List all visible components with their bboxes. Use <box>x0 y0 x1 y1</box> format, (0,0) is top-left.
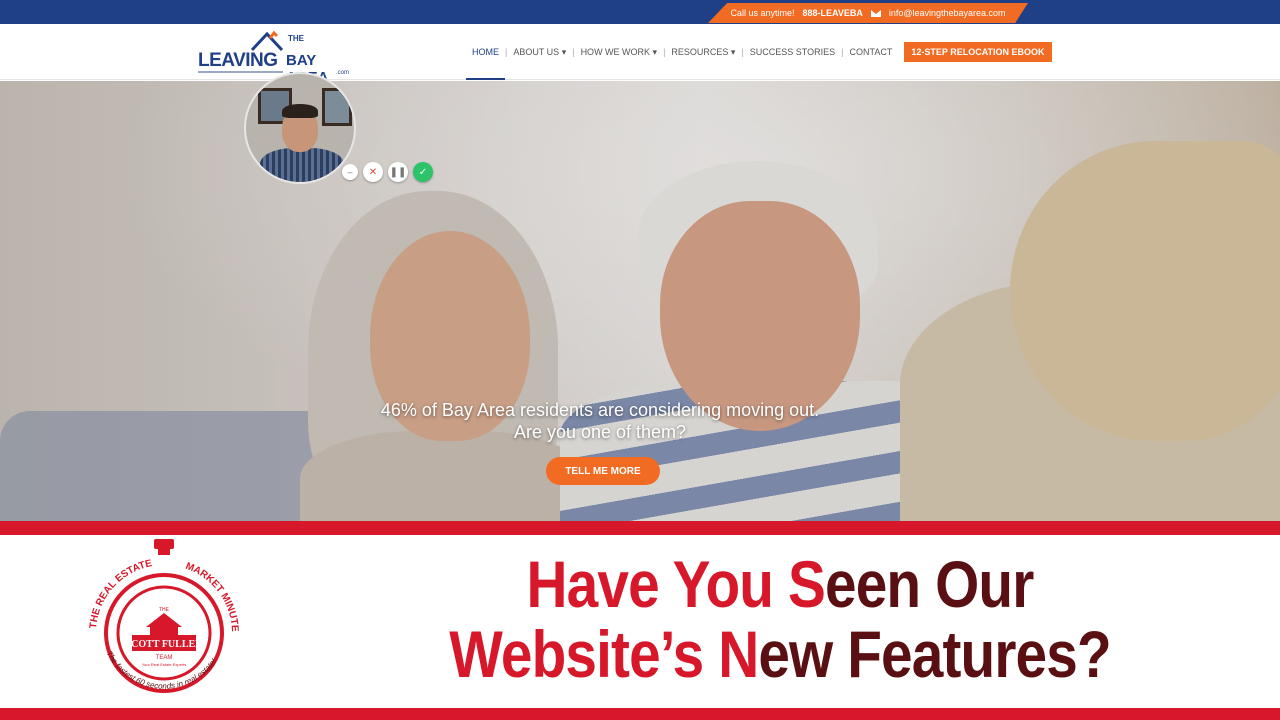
nav-contact[interactable]: CONTACT <box>844 47 899 57</box>
ebook-button[interactable]: 12-STEP RELOCATION EBOOK <box>904 42 1052 62</box>
webcam-bubble[interactable] <box>244 72 356 184</box>
site-header: LEAVING THE BAY AREA .com HOME | ABOUT U… <box>0 24 1280 86</box>
nav-success-stories[interactable]: SUCCESS STORIES <box>744 47 841 57</box>
webcam-wall-picture <box>322 88 352 126</box>
video-frame: Call us anytime! 888-LEAVEBA info@leavin… <box>0 0 1280 720</box>
video-title-line1: Have You Seen Our <box>350 549 1210 619</box>
contact-strip: Call us anytime! 888-LEAVEBA info@leavin… <box>708 3 1028 23</box>
badge-tagline: Your Real Estate Experts <box>142 662 187 667</box>
badge-brand-name: SCOTT FULLER <box>126 639 204 650</box>
nav-about-us[interactable]: ABOUT US ▾ <box>507 47 572 58</box>
roof-icon <box>250 30 284 52</box>
title-text: Website’s <box>449 617 719 691</box>
hero-headline-line2: Are you one of them? <box>513 422 687 442</box>
badge-team-text: TEAM <box>156 655 173 661</box>
mail-icon <box>870 9 881 17</box>
nav-resources[interactable]: RESOURCES ▾ <box>665 47 741 58</box>
pause-icon[interactable]: ❚❚ <box>388 162 408 182</box>
site-logo[interactable]: LEAVING THE BAY AREA .com <box>198 28 358 86</box>
logo-com-text: .com <box>336 70 350 76</box>
phone-link[interactable]: 888-LEAVEBA <box>802 8 862 18</box>
nav-home[interactable]: HOME <box>466 47 505 80</box>
logo-tagline-bar <box>198 71 283 73</box>
check-icon[interactable]: ✓ <box>413 162 433 182</box>
hero-banner: 46% of Bay Area residents are considerin… <box>0 81 1280 521</box>
hero-headline-line1: 46% of Bay Area residents are considerin… <box>380 400 820 420</box>
market-minute-badge: THE SCOTT FULLER TEAM Your Real Estate E… <box>74 535 254 713</box>
title-text: een Our <box>825 547 1034 621</box>
close-icon[interactable]: ✕ <box>363 162 383 182</box>
call-text: Call us anytime! <box>730 8 795 18</box>
logo-leaving-text: LEAVING <box>198 50 278 71</box>
logo-the-text: THE <box>288 34 304 43</box>
stopwatch-badge-graphic: THE SCOTT FULLER TEAM Your Real Estate E… <box>88 539 240 693</box>
top-utility-bar: Call us anytime! 888-LEAVEBA info@leavin… <box>0 0 1280 24</box>
title-text: ew Features? <box>758 617 1111 691</box>
band-top-stripe <box>0 521 1280 535</box>
hero-headline: 46% of Bay Area residents are considerin… <box>290 399 910 443</box>
main-nav: HOME | ABOUT US ▾ | HOW WE WORK ▾ | RESO… <box>466 42 1052 80</box>
webcam-presenter-shirt <box>260 148 344 182</box>
badge-the-text: THE <box>159 607 170 613</box>
nav-how-we-work[interactable]: HOW WE WORK ▾ <box>575 47 664 58</box>
webcam-presenter-hair <box>282 104 318 118</box>
recording-controls: – ✕ ❚❚ ✓ <box>342 162 433 182</box>
email-link[interactable]: info@leavingthebayarea.com <box>889 8 1006 18</box>
minimize-icon[interactable]: – <box>342 164 358 180</box>
title-text: S <box>787 547 826 621</box>
tell-me-more-button[interactable]: TELL ME MORE <box>546 457 660 485</box>
video-title-line2: Website’s New Features? <box>350 619 1210 689</box>
title-text: Have You <box>526 547 788 621</box>
hero-overlay <box>0 81 1280 521</box>
title-text: N <box>718 617 759 691</box>
